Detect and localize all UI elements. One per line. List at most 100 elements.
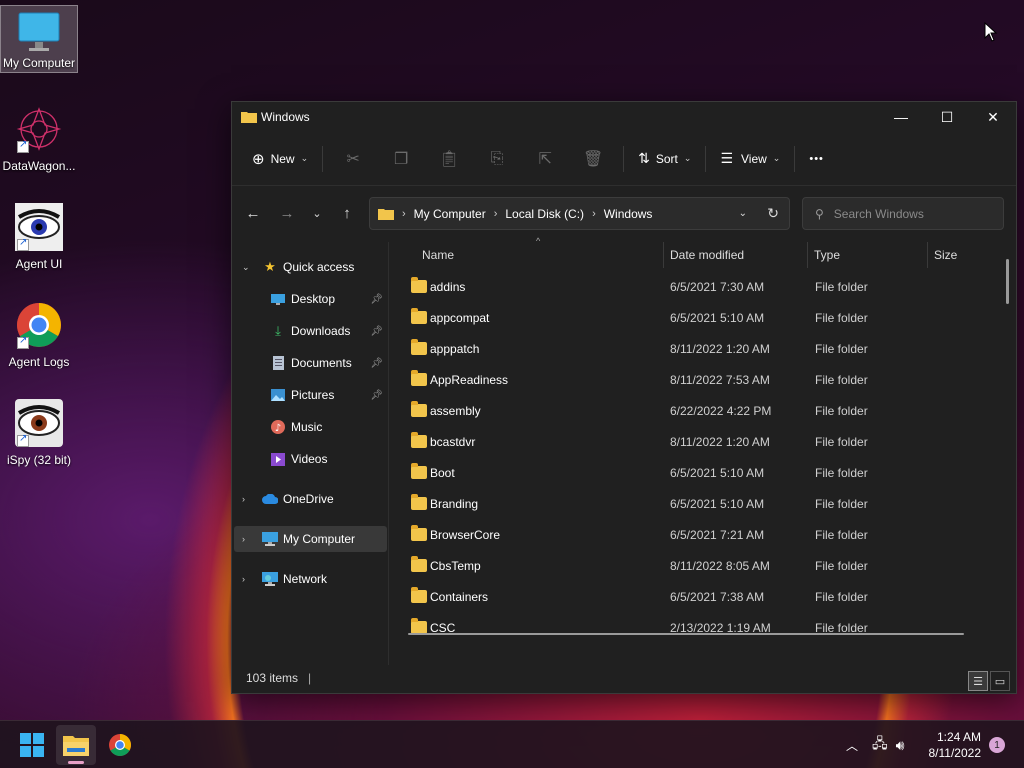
file-type: File folder xyxy=(815,341,868,356)
close-button[interactable]: ✕ xyxy=(970,102,1016,132)
notification-badge[interactable]: 1 xyxy=(989,737,1005,753)
cut-icon[interactable]: ✂ xyxy=(329,143,377,175)
file-row[interactable]: appcompat 6/5/2021 5:10 AM File folder xyxy=(402,302,998,333)
file-row[interactable]: assembly 6/22/2022 4:22 PM File folder xyxy=(402,395,998,426)
pin-icon[interactable]: 📌︎ xyxy=(370,358,383,369)
rename-icon[interactable]: ⎘ xyxy=(473,143,521,175)
status-divider: | xyxy=(308,671,312,685)
more-options-button[interactable]: ••• xyxy=(801,143,832,175)
show-hidden-icons-chevron-icon[interactable]: ︿ xyxy=(846,737,858,754)
file-row[interactable]: BrowserCore 6/5/2021 7:21 AM File folder xyxy=(402,519,998,550)
chevron-right-icon[interactable]: › xyxy=(242,574,245,584)
sidebar-item-videos[interactable]: Videos xyxy=(232,446,389,472)
file-row[interactable]: addins 6/5/2021 7:30 AM File folder xyxy=(402,271,998,302)
file-row[interactable]: AppReadiness 8/11/2022 7:53 AM File folder xyxy=(402,364,998,395)
pin-icon[interactable]: 📌︎ xyxy=(370,326,383,337)
breadcrumb-separator-icon: › xyxy=(402,207,406,220)
copy-icon[interactable]: ❐ xyxy=(377,143,425,175)
breadcrumb-local-disk[interactable]: Local Disk (C:) xyxy=(505,207,584,221)
column-header-size[interactable]: Size xyxy=(934,242,1004,268)
minimize-button[interactable]: — xyxy=(878,102,924,132)
sidebar-item-my-computer[interactable]: › My Computer xyxy=(234,526,387,552)
file-date-modified: 6/5/2021 5:10 AM xyxy=(670,465,765,480)
desktop-icon-ispy[interactable]: iSpy (32 bit) xyxy=(0,399,78,467)
view-button[interactable]: ☰ View ⌄ xyxy=(712,143,788,175)
network-status-icon[interactable]: 🖧︎ xyxy=(872,733,888,757)
file-date-modified: 6/22/2022 4:22 PM xyxy=(670,403,772,418)
address-history-chevron-icon[interactable]: ⌄ xyxy=(739,208,747,219)
clock[interactable]: 1:24 AM 8/11/2022 xyxy=(929,729,982,761)
desktop-icon-datawagon[interactable]: DataWagon... xyxy=(0,105,78,173)
file-type: File folder xyxy=(815,434,868,449)
vertical-scrollbar[interactable] xyxy=(1006,259,1009,304)
volume-icon[interactable]: 🔊︎ xyxy=(896,737,905,754)
pin-icon[interactable]: 📌︎ xyxy=(370,390,383,401)
taskbar: ︿ 🖧︎ 🔊︎ 1:24 AM 8/11/2022 1 xyxy=(0,720,1024,768)
back-arrow-icon[interactable]: ← xyxy=(236,198,270,230)
sidebar-item-onedrive[interactable]: › OneDrive xyxy=(232,486,389,512)
refresh-icon[interactable]: ↻ xyxy=(767,205,779,222)
sidebar-item-pictures[interactable]: Pictures 📌︎ xyxy=(232,382,389,408)
sort-button[interactable]: ⇅ Sort ⌄ xyxy=(630,143,699,175)
search-input[interactable] xyxy=(833,206,984,221)
column-header-date-modified[interactable]: Date modified xyxy=(670,242,805,268)
sidebar-item-label: Network xyxy=(283,572,328,586)
search-box[interactable]: ⚲ xyxy=(802,197,1004,230)
details-view-icon[interactable]: ☰ xyxy=(968,671,988,691)
eye-icon xyxy=(15,203,63,251)
sidebar-item-quick-access[interactable]: ⌄ ★ Quick access xyxy=(232,254,389,280)
file-name: Boot xyxy=(430,465,455,480)
column-header-name[interactable]: Name xyxy=(422,242,662,268)
sidebar-item-label: Pictures xyxy=(291,388,335,402)
file-explorer-icon[interactable] xyxy=(56,725,96,765)
column-divider xyxy=(663,242,664,268)
file-row[interactable]: Boot 6/5/2021 5:10 AM File folder xyxy=(402,457,998,488)
file-list: ^ Name Date modified Type Size addins 6/5… xyxy=(390,236,1016,665)
desktop-icon-agent-ui[interactable]: Agent UI xyxy=(0,203,78,271)
share-icon[interactable]: ⇱ xyxy=(521,143,569,175)
file-type: File folder xyxy=(815,558,868,573)
delete-icon[interactable]: 🗑︎ xyxy=(569,143,617,175)
horizontal-scrollbar[interactable] xyxy=(408,633,964,635)
title-bar[interactable]: Windows — ☐ ✕ xyxy=(232,102,1016,132)
sidebar-item-music[interactable]: ♪ Music xyxy=(232,414,389,440)
file-row[interactable]: CSC 2/13/2022 1:19 AM File folder xyxy=(402,612,998,643)
breadcrumb-my-computer[interactable]: My Computer xyxy=(414,207,486,221)
desktop-icon-agent-logs[interactable]: Agent Logs xyxy=(0,301,78,369)
file-row[interactable]: Containers 6/5/2021 7:38 AM File folder xyxy=(402,581,998,612)
file-date-modified: 8/11/2022 7:53 AM xyxy=(670,372,770,387)
large-icons-view-icon[interactable]: ▭ xyxy=(990,671,1010,691)
paste-icon[interactable]: 📋︎ xyxy=(425,143,473,175)
ispy-icon xyxy=(15,399,63,447)
sidebar-item-downloads[interactable]: ⤓ Downloads 📌︎ xyxy=(232,318,389,344)
svg-text:♪: ♪ xyxy=(275,423,281,434)
forward-arrow-icon[interactable]: → xyxy=(270,198,304,230)
file-row[interactable]: Branding 6/5/2021 5:10 AM File folder xyxy=(402,488,998,519)
chevron-right-icon[interactable]: › xyxy=(242,494,245,504)
recent-locations-chevron-icon[interactable]: ⌄ xyxy=(304,198,330,230)
up-arrow-icon[interactable]: ↑ xyxy=(330,198,364,230)
start-icon[interactable] xyxy=(12,725,52,765)
command-bar: ⊕ New ⌄ ✂ ❐ 📋︎ ⎘ ⇱ 🗑︎ ⇅ Sort ⌄ ☰ View ⌄ … xyxy=(232,132,1016,186)
desktop-icon-my-computer[interactable]: My Computer xyxy=(0,5,78,73)
file-row[interactable]: CbsTemp 8/11/2022 8:05 AM File folder xyxy=(402,550,998,581)
file-row[interactable]: apppatch 8/11/2022 1:20 AM File folder xyxy=(402,333,998,364)
column-header-type[interactable]: Type xyxy=(814,242,926,268)
folder-icon xyxy=(411,277,427,293)
sidebar-item-documents[interactable]: Documents 📌︎ xyxy=(232,350,389,376)
breadcrumb-windows[interactable]: Windows xyxy=(604,207,653,221)
chevron-down-icon[interactable]: ⌄ xyxy=(242,262,250,273)
sidebar-item-label: Downloads xyxy=(291,324,351,338)
file-explorer-window: Windows — ☐ ✕ ⊕ New ⌄ ✂ ❐ 📋︎ ⎘ ⇱ 🗑︎ ⇅ So… xyxy=(231,101,1017,694)
address-bar[interactable]: › My Computer › Local Disk (C:) › Window… xyxy=(369,197,790,230)
maximize-button[interactable]: ☐ xyxy=(924,102,970,132)
sidebar-item-network[interactable]: › Network xyxy=(232,566,389,592)
download-icon: ⤓ xyxy=(275,323,281,338)
chrome-icon[interactable] xyxy=(100,725,140,765)
file-type: File folder xyxy=(815,589,868,604)
new-button[interactable]: ⊕ New ⌄ xyxy=(244,143,316,175)
chevron-right-icon[interactable]: › xyxy=(242,534,245,544)
sidebar-item-desktop[interactable]: Desktop 📌︎ xyxy=(232,286,389,312)
pin-icon[interactable]: 📌︎ xyxy=(370,294,383,305)
file-row[interactable]: bcastdvr 8/11/2022 1:20 AM File folder xyxy=(402,426,998,457)
